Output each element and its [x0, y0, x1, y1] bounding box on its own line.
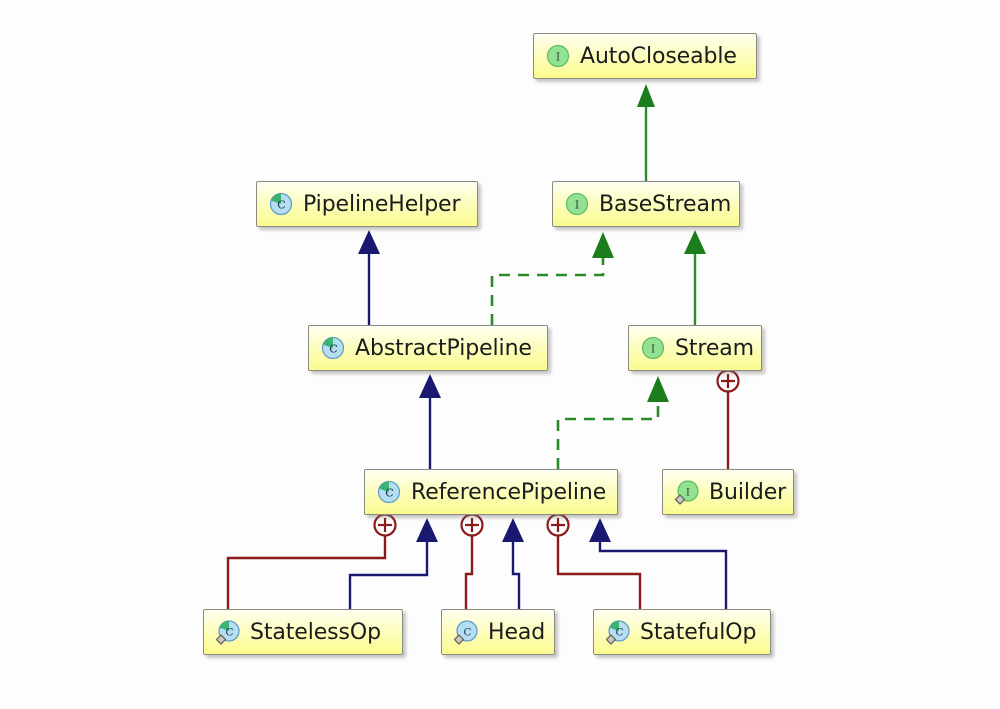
uml-node-label: Head	[488, 619, 546, 645]
uml-node-label: StatefulOp	[640, 619, 757, 645]
uml-node-pipelinehelper[interactable]: C PipelineHelper	[256, 181, 478, 227]
edge-abstractpipeline-to-pipelinehelper	[358, 230, 380, 325]
uml-node-head[interactable]: C Head	[441, 609, 555, 655]
svg-text:C: C	[615, 627, 623, 639]
uml-diagram-canvas: I AutoCloseable C PipelineHelper I BaseS…	[0, 0, 1000, 709]
edge-basestream-to-autocloseable	[637, 84, 655, 181]
abstract-class-icon: C	[268, 191, 294, 217]
class-nested-icon: C	[453, 619, 479, 645]
nested-marker-referencepipeline-statelessop	[373, 513, 397, 537]
uml-node-referencepipeline[interactable]: C ReferencePipeline	[364, 469, 618, 515]
nested-marker-referencepipeline-head	[460, 513, 484, 537]
interface-icon: I	[545, 43, 571, 69]
uml-node-label: StatelessOp	[250, 619, 381, 645]
uml-node-statelessop[interactable]: C StatelessOp	[203, 609, 403, 655]
svg-text:C: C	[277, 199, 285, 212]
uml-node-label: AutoCloseable	[580, 43, 737, 69]
svg-text:C: C	[225, 627, 233, 639]
edge-abstractpipeline-realizes-basestream	[490, 232, 614, 325]
svg-text:C: C	[329, 343, 337, 356]
svg-text:I: I	[686, 487, 690, 499]
nested-marker-stream-builder	[716, 369, 740, 393]
uml-node-abstractpipeline[interactable]: C AbstractPipeline	[308, 325, 548, 371]
abstract-class-icon: C	[376, 479, 402, 505]
uml-node-label: BaseStream	[599, 191, 732, 217]
edge-head-to-referencepipeline	[502, 518, 524, 609]
uml-node-label: ReferencePipeline	[411, 479, 607, 505]
uml-node-label: Stream	[675, 335, 754, 361]
edge-statefulop-to-referencepipeline	[589, 518, 728, 609]
svg-text:I: I	[556, 51, 560, 64]
edge-referencepipeline-contains-head	[464, 536, 474, 609]
uml-node-builder[interactable]: I Builder	[662, 469, 794, 515]
edge-referencepipeline-to-abstractpipeline	[419, 374, 441, 469]
svg-text:C: C	[385, 487, 393, 500]
edge-referencepipeline-realizes-stream	[556, 376, 669, 469]
uml-node-label: Builder	[709, 479, 787, 505]
interface-icon: I	[640, 335, 666, 361]
abstract-class-nested-icon: C	[215, 619, 241, 645]
svg-text:I: I	[651, 343, 655, 356]
svg-text:I: I	[575, 199, 579, 212]
nested-marker-referencepipeline-statefulop	[546, 513, 570, 537]
uml-node-label: AbstractPipeline	[355, 335, 532, 361]
uml-node-statefulop[interactable]: C StatefulOp	[593, 609, 771, 655]
interface-icon: I	[564, 191, 590, 217]
uml-node-autocloseable[interactable]: I AutoCloseable	[533, 33, 757, 79]
uml-node-label: PipelineHelper	[303, 191, 461, 217]
abstract-class-icon: C	[320, 335, 346, 361]
svg-text:C: C	[463, 627, 471, 639]
uml-node-basestream[interactable]: I BaseStream	[552, 181, 740, 227]
abstract-class-nested-icon: C	[605, 619, 631, 645]
uml-node-stream[interactable]: I Stream	[628, 325, 762, 371]
edge-referencepipeline-contains-statelessop	[226, 536, 387, 609]
interface-nested-icon: I	[674, 479, 700, 505]
edge-stream-to-basestream	[684, 230, 706, 325]
